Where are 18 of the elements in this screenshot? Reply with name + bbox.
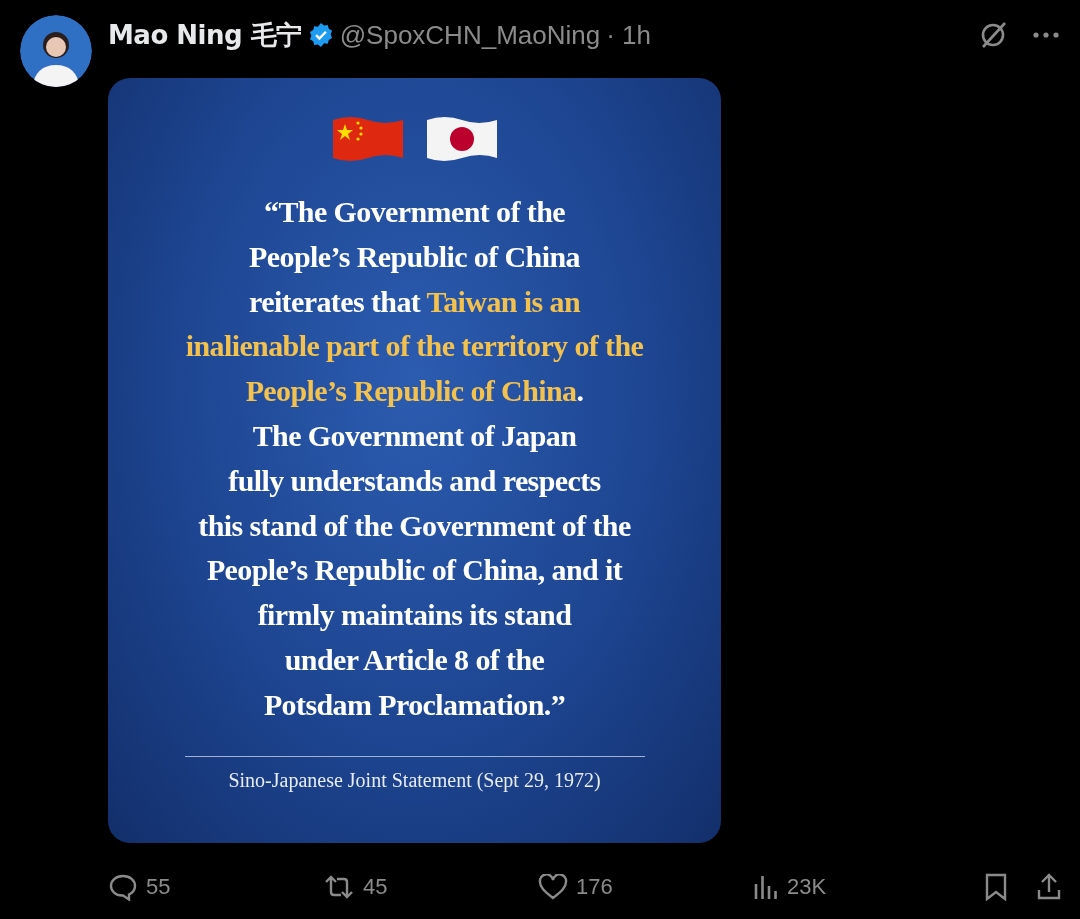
avatar[interactable] — [20, 15, 92, 87]
share-icon[interactable] — [1036, 873, 1062, 901]
bookmark-icon[interactable] — [984, 873, 1008, 901]
poster-quote: “The Government of the People’s Republic of China reiterates that Taiwan is an inalienable part of the territory of the People’s Republic of China. The Government of Japan fully understands and respects this stand of the Government of the People’s Republic of China, and it firmly maintains its stand under Article 8 of the Potsdam Proclamation.” — [185, 194, 644, 723]
japan-flag-icon — [424, 114, 499, 164]
repost-button[interactable]: 45 — [323, 874, 538, 900]
repost-icon — [323, 874, 355, 900]
author-name[interactable]: Mao Ning 毛宁 — [108, 17, 302, 53]
more-icon[interactable] — [1032, 31, 1060, 39]
poster-card[interactable] — [108, 78, 721, 843]
bar-chart-icon — [753, 874, 779, 900]
reply-button[interactable]: 55 — [108, 873, 323, 901]
post-time[interactable]: · 1h — [606, 19, 651, 51]
author-handle[interactable]: @SpoxCHN_MaoNing — [339, 19, 601, 51]
china-flag-icon — [330, 114, 405, 164]
speech-bubble-icon — [108, 873, 138, 901]
heart-icon — [538, 874, 568, 900]
poster-source: Sino-Japanese Joint Statement (Sept 29, 1972) — [228, 768, 601, 792]
